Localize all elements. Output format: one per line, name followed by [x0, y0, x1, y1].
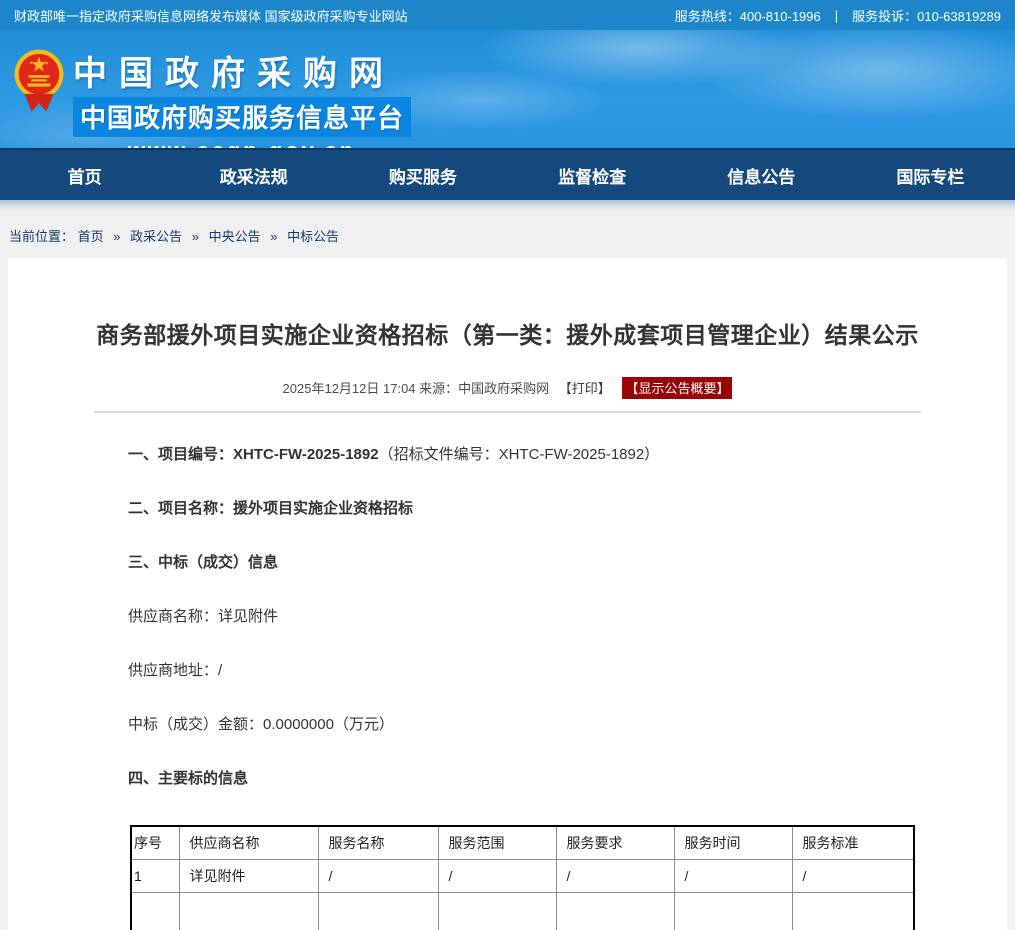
col-header-service-time: 服务时间 [674, 826, 792, 859]
national-emblem-logo[interactable]: ★ ★ [13, 48, 65, 148]
nav-item-supervision[interactable]: 监督检查 [508, 150, 677, 200]
article-meta: 2025年12月12日 17:04 来源：中国政府采购网 【打印】 【显示公告概… [8, 377, 1007, 399]
paragraph-supplier-address: 供应商地址：/ [128, 663, 967, 679]
breadcrumb-central-notices[interactable]: 中央公告 [209, 229, 261, 244]
cell-service-scope: / [438, 859, 556, 892]
cell-service-name: / [318, 859, 438, 892]
site-banner: ★ ★ 中国政府采购网 中国政府购买服务信息平台 www.ccgp.gov.cn [0, 30, 1015, 148]
article-body: 一、项目编号：XHTC-FW-2025-1892（招标文件编号：XHTC-FW-… [8, 413, 1007, 787]
breadcrumb-home[interactable]: 首页 [78, 229, 104, 244]
paragraph-award-amount: 中标（成交）金额：0.0000000（万元） [128, 717, 967, 733]
col-header-service-scope: 服务范围 [438, 826, 556, 859]
paragraph-project-number: 一、项目编号：XHTC-FW-2025-1892（招标文件编号：XHTC-FW-… [128, 447, 967, 463]
table-row-empty [131, 892, 914, 930]
nav-item-purchase-services[interactable]: 购买服务 [338, 150, 507, 200]
paragraph-main-subject-heading: 四、主要标的信息 [128, 771, 967, 787]
page-title: 商务部援外项目实施企业资格招标（第一类：援外成套项目管理企业）结果公示 [8, 258, 1007, 350]
table-row: 1 详见附件 / / / / / [131, 859, 914, 892]
publish-datetime: 2025年12月12日 17:04 [283, 381, 416, 396]
nav-item-international[interactable]: 国际专栏 [846, 150, 1015, 200]
cell-service-requirement: / [556, 859, 674, 892]
svg-text:★: ★ [29, 61, 33, 66]
breadcrumb-separator: » [113, 229, 120, 244]
breadcrumb: 当前位置： 首页 » 政采公告 » 中央公告 » 中标公告 [0, 212, 1015, 258]
cell-service-standard: / [792, 859, 914, 892]
nav-item-home[interactable]: 首页 [0, 150, 169, 200]
cell-supplier-name: 详见附件 [179, 859, 318, 892]
service-complaint: 服务投诉：010-63819289 [852, 6, 1001, 25]
table-header-row: 序号 供应商名称 服务名称 服务范围 服务要求 服务时间 服务标准 [131, 826, 914, 859]
nav-item-announcements[interactable]: 信息公告 [677, 150, 846, 200]
article-source: 来源：中国政府采购网 [419, 381, 549, 396]
breadcrumb-label: 当前位置： [9, 229, 74, 244]
nav-shadow-strip [0, 200, 1015, 212]
breadcrumb-award-notices[interactable]: 中标公告 [287, 229, 339, 244]
cell-index: 1 [131, 859, 179, 892]
announcement-content: 商务部援外项目实施企业资格招标（第一类：援外成套项目管理企业）结果公示 2025… [8, 258, 1007, 930]
nav-item-regulations[interactable]: 政采法规 [169, 150, 338, 200]
service-hotline: 服务热线：400-810-1996 [675, 6, 821, 25]
svg-text:★: ★ [45, 61, 49, 66]
breadcrumb-separator: » [192, 229, 199, 244]
topbar-separator: | [835, 8, 838, 23]
top-utility-bar: 财政部唯一指定政府采购信息网络发布媒体 国家级政府采购专业网站 服务热线：400… [0, 0, 1015, 30]
main-nav: 首页 政采法规 购买服务 监督检查 信息公告 国际专栏 [0, 148, 1015, 200]
col-header-supplier-name: 供应商名称 [179, 826, 318, 859]
main-subject-table: 序号 供应商名称 服务名称 服务范围 服务要求 服务时间 服务标准 1 详见附件… [130, 825, 915, 930]
col-header-index: 序号 [131, 826, 179, 859]
print-button[interactable]: 【打印】 [559, 381, 611, 396]
cell-service-time: / [674, 859, 792, 892]
breadcrumb-procurement-notices[interactable]: 政采公告 [130, 229, 182, 244]
show-summary-button[interactable]: 【显示公告概要】 [622, 377, 732, 399]
site-url[interactable]: www.ccgp.gov.cn [73, 138, 411, 148]
site-title[interactable]: 中国政府采购网 [73, 46, 411, 95]
topbar-slogan: 财政部唯一指定政府采购信息网络发布媒体 国家级政府采购专业网站 [14, 6, 408, 25]
site-subtitle: 中国政府购买服务信息平台 [73, 97, 411, 137]
paragraph-project-name: 二、项目名称：援外项目实施企业资格招标 [128, 501, 967, 517]
col-header-service-requirement: 服务要求 [556, 826, 674, 859]
col-header-service-name: 服务名称 [318, 826, 438, 859]
breadcrumb-separator: » [270, 229, 277, 244]
paragraph-award-info-heading: 三、中标（成交）信息 [128, 555, 967, 571]
paragraph-supplier-name: 供应商名称：详见附件 [128, 609, 967, 625]
col-header-service-standard: 服务标准 [792, 826, 914, 859]
